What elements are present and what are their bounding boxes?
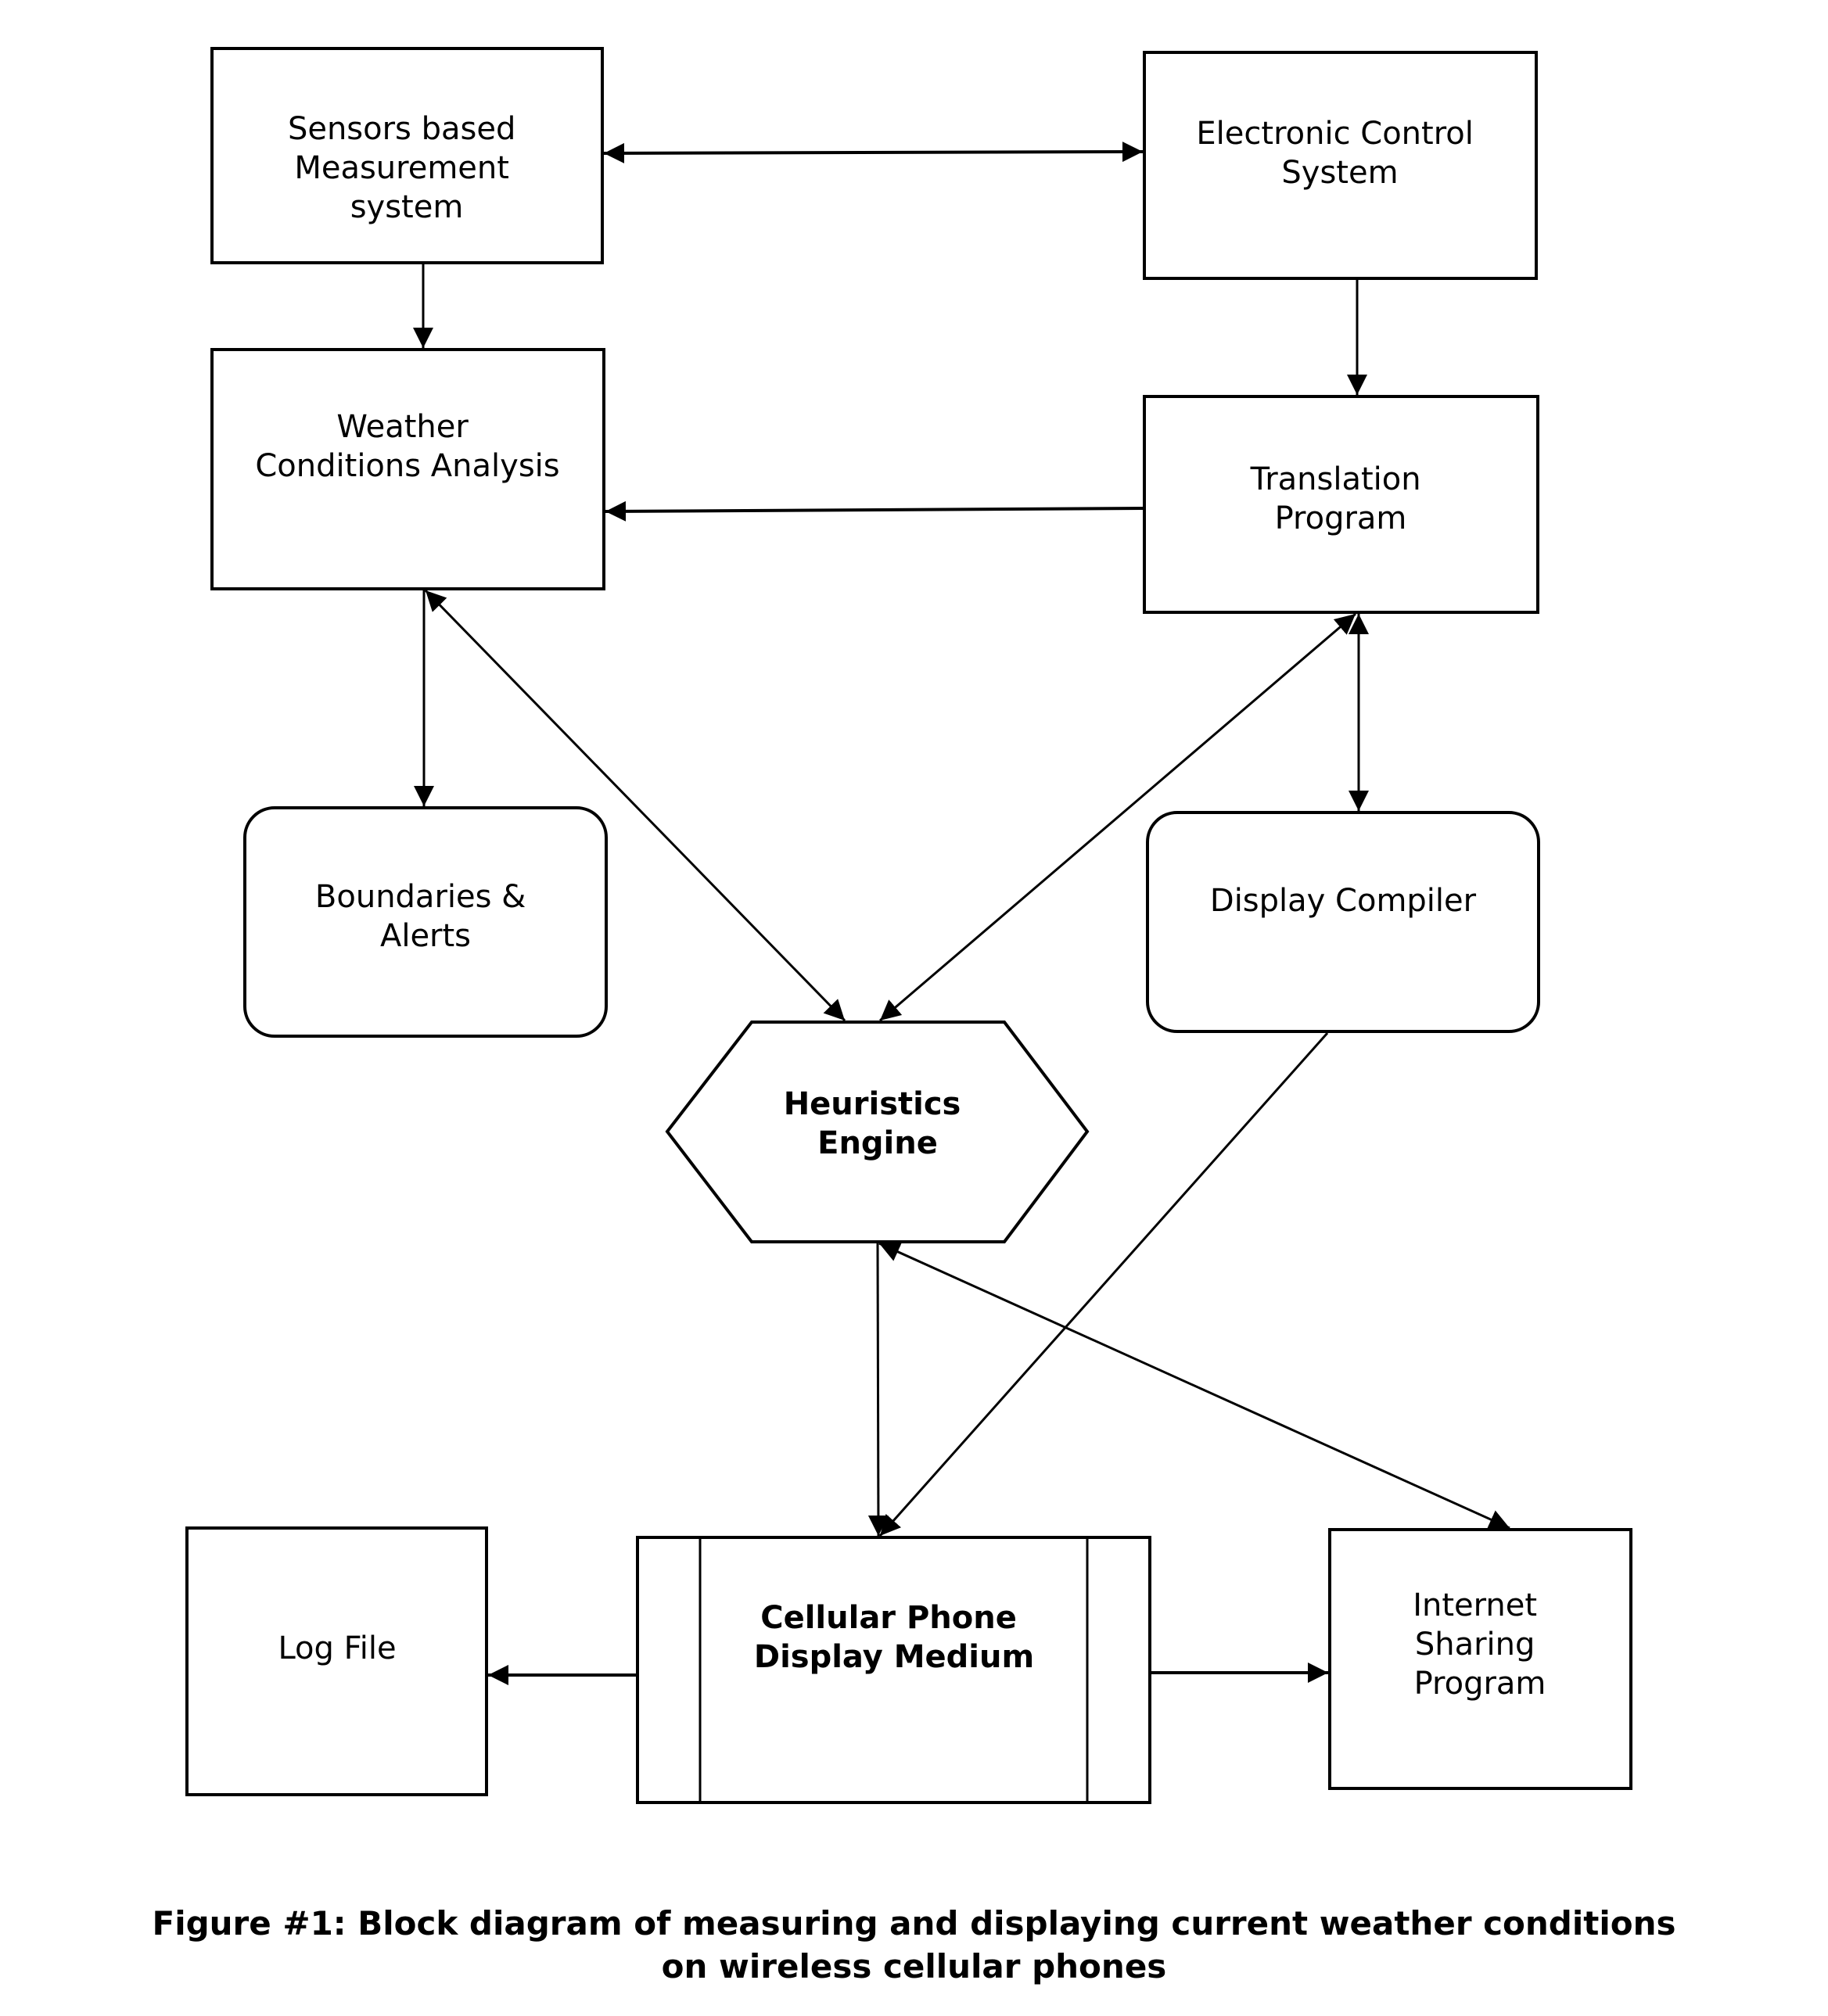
node-cellular: Cellular Phone Display Medium (636, 1536, 1151, 1804)
block-diagram: Sensors based Measurement system Electro… (185, 47, 1632, 1804)
node-boundaries: Boundaries & Alerts (243, 806, 608, 1038)
node-heuristics: Heuristics Engine (665, 1021, 1090, 1243)
edge-sensors-electronic-control (603, 142, 1144, 163)
edge-heuristics-internet-sharing (878, 1242, 1510, 1530)
node-sensors: Sensors based Measurement system (210, 47, 604, 264)
edge-translation-weather-analysis (605, 500, 1145, 522)
figure-caption-line-1: Figure #1: Block diagram of measuring an… (152, 1904, 1676, 1942)
node-weather-analysis: Weather Conditions Analysis (210, 348, 605, 590)
node-display-compiler: Display Compiler (1146, 811, 1540, 1033)
figure-caption-line-2: on wireless cellular phones (661, 1947, 1167, 1986)
node-display-compiler-label: Display Compiler (1210, 883, 1477, 919)
node-translation: Translation Program (1143, 395, 1539, 614)
node-internet-sharing: Internet Sharing Program (1328, 1528, 1632, 1790)
node-internet-sharing-label: Internet Sharing Program (1413, 1587, 1547, 1702)
node-log-file-label: Log File (278, 1630, 396, 1666)
node-electronic-control: Electronic Control System (1143, 51, 1538, 280)
node-log-file: Log File (185, 1526, 488, 1796)
